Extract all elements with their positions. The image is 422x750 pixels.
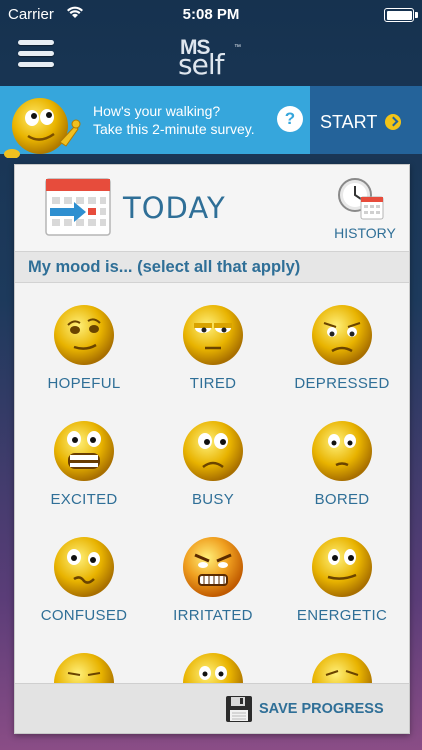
chevron-right-icon — [385, 114, 401, 130]
start-survey-button[interactable]: START — [310, 86, 422, 154]
ms-self-logo: MS self ™ — [178, 36, 241, 81]
clock-calendar-icon — [338, 178, 384, 220]
mood-prompt-text: My mood is... (select all that apply) — [28, 258, 301, 276]
tired-face-icon — [183, 305, 243, 365]
survey-info-panel[interactable]: How's your walking? Take this 2-minute s… — [0, 86, 310, 158]
help-icon[interactable]: ? — [277, 106, 303, 132]
energetic-face-icon — [312, 537, 372, 597]
mood-option-irritated[interactable]: IRRITATED — [148, 515, 278, 627]
save-progress-button[interactable]: SAVE PROGRESS — [225, 692, 403, 728]
mood-option-excited[interactable]: EXCITED — [19, 399, 149, 511]
mood-label: EXCITED — [50, 491, 118, 508]
mood-option-bored[interactable]: BORED — [277, 399, 407, 511]
irritated-face-icon — [183, 537, 243, 597]
mascot-smiley-icon — [4, 98, 81, 158]
mood-label: TIRED — [189, 375, 237, 392]
mood-label: BORED — [314, 491, 370, 508]
save-progress-label: SAVE PROGRESS — [259, 701, 384, 717]
page-title: TODAY — [123, 191, 226, 225]
mood-card: TODAY HISTORY My mood is... (select all … — [14, 164, 410, 734]
status-bar: Carrier 5:08 PM — [0, 0, 422, 30]
card-header: TODAY HISTORY — [15, 165, 409, 251]
mood-option-depressed[interactable]: DEPRESSED — [277, 283, 407, 395]
clock: 5:08 PM — [182, 6, 240, 23]
mood-option-hopeful[interactable]: HOPEFUL — [19, 283, 149, 395]
mood-label: ENERGETIC — [296, 607, 388, 624]
history-button[interactable]: HISTORY — [323, 175, 407, 241]
bored-face-icon — [312, 421, 372, 481]
survey-message: How's your walking? Take this 2-minute s… — [93, 102, 255, 138]
mood-label: CONFUSED — [40, 607, 128, 624]
hopeful-face-icon — [54, 305, 114, 365]
mood-grid: HOPEFUL TIRED DEPRESSED EXCITED BUSY BOR… — [15, 283, 409, 713]
mood-option-energetic[interactable]: ENERGETIC — [277, 515, 407, 627]
confused-face-icon — [54, 537, 114, 597]
survey-line-2: Take this 2-minute survey. — [93, 121, 255, 137]
survey-line-1: How's your walking? — [93, 103, 221, 119]
hamburger-menu-icon[interactable] — [18, 40, 54, 72]
depressed-face-icon — [312, 305, 372, 365]
survey-banner: How's your walking? Take this 2-minute s… — [0, 86, 422, 158]
mood-option-busy[interactable]: BUSY — [148, 399, 278, 511]
excited-face-icon — [54, 421, 114, 481]
mood-label: IRRITATED — [173, 607, 253, 624]
calendar-arrow-icon — [45, 178, 111, 236]
mood-option-confused[interactable]: CONFUSED — [19, 515, 149, 627]
nav-bar: MS self ™ — [0, 30, 422, 86]
busy-face-icon — [183, 421, 243, 481]
card-footer: SAVE PROGRESS — [15, 683, 409, 733]
floppy-disk-icon — [226, 696, 252, 722]
mood-label: HOPEFUL — [47, 375, 121, 392]
history-label: HISTORY — [334, 225, 396, 241]
mood-option-tired[interactable]: TIRED — [148, 283, 278, 395]
battery-icon — [384, 8, 418, 22]
mood-prompt: My mood is... (select all that apply) — [15, 251, 409, 283]
start-label: START — [320, 112, 378, 132]
mood-label: BUSY — [191, 491, 235, 508]
mood-label: DEPRESSED — [294, 375, 390, 392]
